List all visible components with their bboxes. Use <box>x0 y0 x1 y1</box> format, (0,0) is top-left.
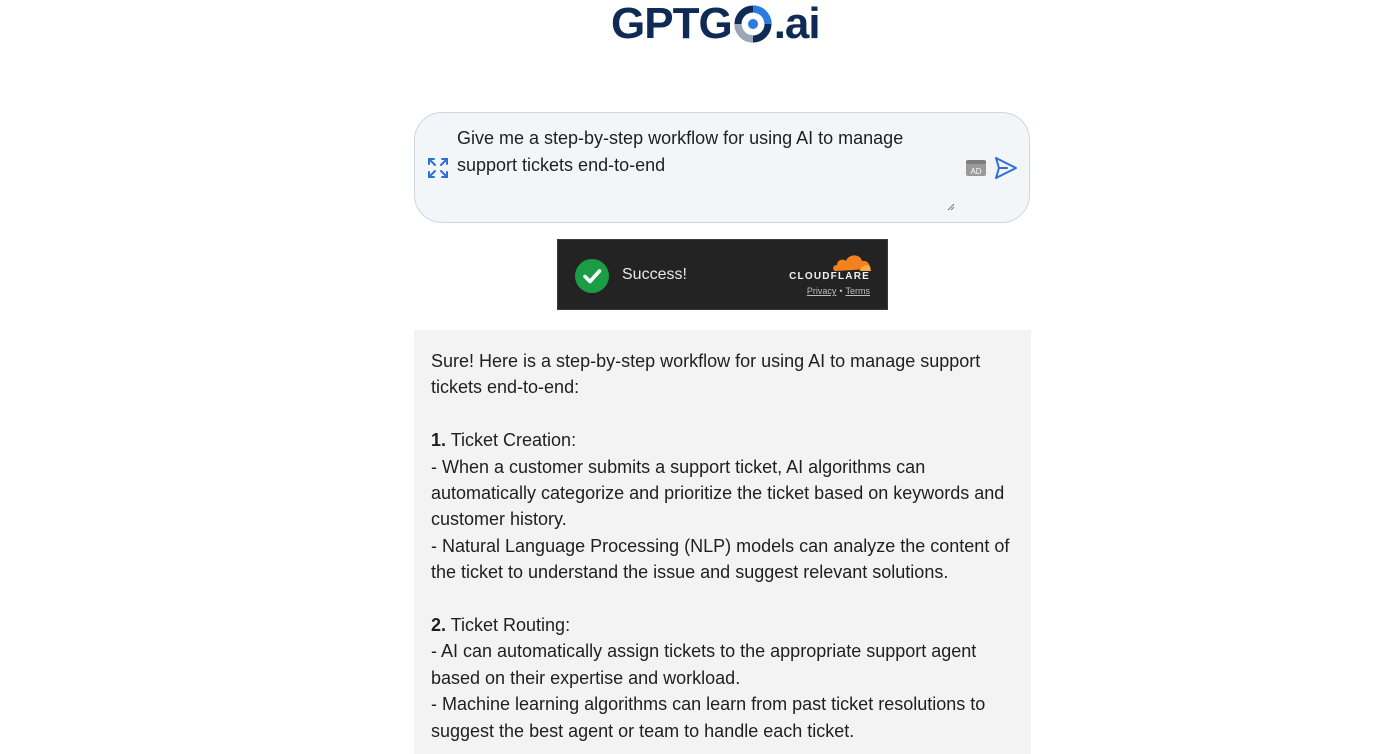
svg-text:AD: AD <box>970 167 981 176</box>
section-title: Ticket Creation: <box>446 430 577 451</box>
verification-status: Success! <box>622 266 687 283</box>
cloudflare-cloud-icon <box>833 255 871 271</box>
response-intro: Sure! Here is a step-by-step workflow fo… <box>431 351 981 398</box>
link-separator: • <box>839 286 843 296</box>
expand-icon[interactable] <box>427 157 449 179</box>
bullet-item: - Natural Language Processing (NLP) mode… <box>431 535 1010 583</box>
bullet-item: - Machine learning algorithms can learn … <box>431 694 986 741</box>
privacy-link[interactable]: Privacy <box>807 286 837 296</box>
section-number: 1. <box>431 430 447 451</box>
logo-text-right: .ai <box>773 0 821 48</box>
page: GPTG .ai Give me a step-by-step workflow… <box>0 0 1400 754</box>
gptgo-logo[interactable]: GPTG .ai <box>611 2 837 46</box>
section-heading: 1. Ticket Creation: <box>431 427 1014 453</box>
prompt-text[interactable]: Give me a step-by-step workflow for usin… <box>457 125 937 178</box>
resize-handle-icon[interactable] <box>945 201 955 211</box>
logo-text-left: GPTG <box>611 0 733 48</box>
cloudflare-brand: CLOUDFLARE <box>789 271 870 282</box>
logo-o-mark-icon <box>734 5 772 43</box>
section-title: Ticket Routing: <box>446 615 571 636</box>
send-icon[interactable] <box>993 155 1019 181</box>
bullet-item: - AI can automatically assign tickets to… <box>431 641 977 688</box>
section-number: 2. <box>431 615 447 636</box>
section-heading: 2. Ticket Routing: <box>431 612 1014 638</box>
terms-link[interactable]: Terms <box>846 286 871 296</box>
prompt-input-box[interactable]: Give me a step-by-step workflow for usin… <box>414 112 1030 223</box>
bullet-item: - When a customer submits a support tick… <box>431 456 1005 530</box>
success-check-icon <box>575 259 609 293</box>
cloudflare-widget: Success! CLOUDFLARE Privacy • Terms <box>557 239 888 310</box>
response-panel: Sure! Here is a step-by-step workflow fo… <box>414 330 1031 754</box>
cloudflare-links: Privacy • Terms <box>780 286 870 296</box>
ad-icon[interactable]: AD <box>965 159 987 177</box>
